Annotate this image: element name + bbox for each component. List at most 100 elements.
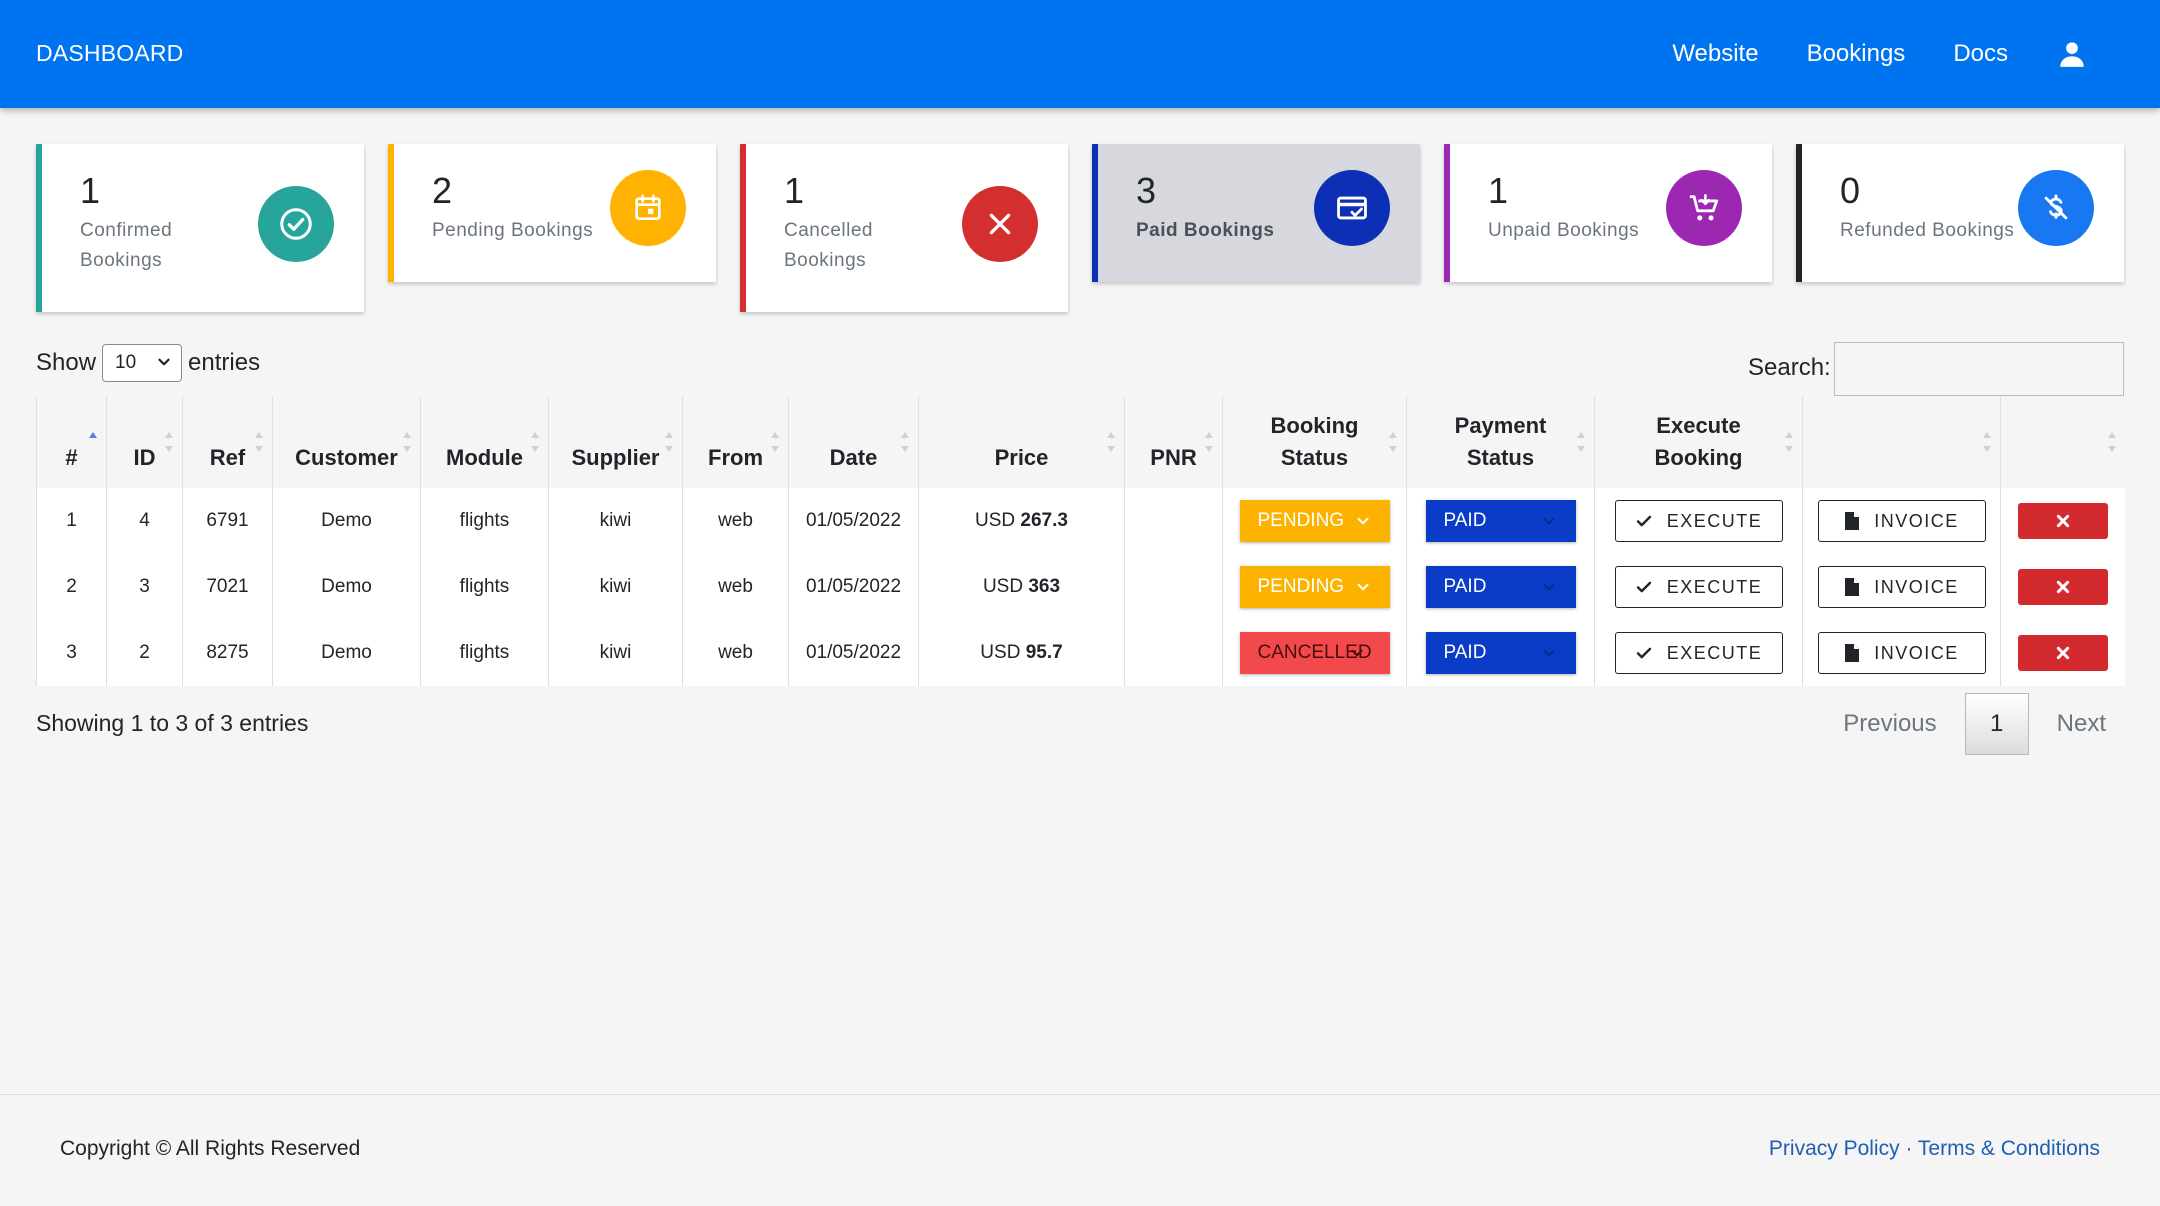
cell-supplier: kiwi: [548, 554, 683, 620]
delete-button[interactable]: [2017, 569, 2108, 605]
cell-price: USD 95.7: [918, 620, 1125, 686]
close-icon: [962, 186, 1038, 262]
execute-button[interactable]: EXECUTE: [1614, 566, 1783, 608]
table-info: Showing 1 to 3 of 3 entries: [36, 710, 309, 736]
cell-customer: Demo: [272, 554, 421, 620]
sort-icon: [665, 432, 673, 452]
column-header-from[interactable]: From: [682, 396, 789, 488]
card-label: Cancelled Bookings: [784, 220, 873, 271]
invoice-label: INVOICE: [1874, 576, 1959, 597]
chevron-down-icon: [1357, 517, 1368, 525]
column-header-date[interactable]: Date: [788, 396, 919, 488]
cell-booking-status: CANCELLED: [1222, 620, 1407, 686]
entries-select[interactable]: 10: [102, 344, 183, 382]
sort-icon: [403, 432, 411, 452]
execute-button[interactable]: EXECUTE: [1614, 500, 1783, 542]
column-header-execute-booking[interactable]: Execute Booking: [1594, 396, 1803, 488]
price-currency: USD: [980, 642, 1021, 663]
close-icon: [2056, 514, 2069, 528]
cell-delete: [2000, 554, 2125, 620]
sort-icon: [531, 432, 539, 452]
card-paid-bookings[interactable]: 3 Paid Bookings: [1092, 144, 1420, 282]
next-page-button[interactable]: Next: [2039, 710, 2124, 738]
table-row: 2 3 7021 Demo flights kiwi web 01/05/202…: [36, 554, 2125, 620]
payment-status-select[interactable]: PAID: [1425, 500, 1576, 542]
cell-from: web: [682, 620, 789, 686]
search-input[interactable]: [1834, 342, 2124, 396]
card-count: 1: [1488, 170, 1509, 211]
chevron-down-icon: [158, 358, 170, 366]
booking-status-select[interactable]: CANCELLED: [1239, 632, 1390, 674]
close-icon: [2056, 646, 2069, 660]
nav-link-bookings[interactable]: Bookings: [1807, 40, 1906, 68]
invoice-button[interactable]: INVOICE: [1817, 632, 1986, 674]
nav-link-website[interactable]: Website: [1672, 40, 1758, 68]
column-header-number[interactable]: #: [36, 396, 107, 488]
card-label: Confirmed Bookings: [80, 220, 173, 271]
delete-button[interactable]: [2017, 503, 2108, 539]
search-label: Search:: [1748, 354, 1831, 381]
sort-icon: [771, 432, 779, 452]
column-header-supplier[interactable]: Supplier: [548, 396, 683, 488]
bookings-table-wrapper: # ID Ref Customer Module Supplier From D…: [36, 396, 2125, 686]
check-icon: [1636, 515, 1651, 527]
booking-status-select[interactable]: PENDING: [1239, 500, 1390, 542]
column-header-module[interactable]: Module: [420, 396, 549, 488]
invoice-button[interactable]: INVOICE: [1817, 500, 1986, 542]
cell-delete: [2000, 620, 2125, 686]
column-header-pnr[interactable]: PNR: [1124, 396, 1223, 488]
column-header-id[interactable]: ID: [106, 396, 183, 488]
nav-link-docs[interactable]: Docs: [1953, 40, 2008, 68]
card-cancelled-bookings[interactable]: 1 Cancelled Bookings: [740, 144, 1068, 312]
cell-id: 3: [106, 554, 183, 620]
card-confirmed-bookings[interactable]: 1 Confirmed Bookings: [36, 144, 364, 312]
column-header-delete[interactable]: [2000, 396, 2125, 488]
user-icon[interactable]: [2056, 38, 2088, 70]
card-count: 3: [1136, 170, 1157, 211]
column-header-invoice[interactable]: [1802, 396, 2001, 488]
column-header-price[interactable]: Price: [918, 396, 1125, 488]
column-header-ref[interactable]: Ref: [182, 396, 273, 488]
terms-link[interactable]: Terms & Conditions: [1918, 1137, 2100, 1160]
column-header-customer[interactable]: Customer: [272, 396, 421, 488]
sort-icon: [255, 432, 263, 452]
card-pending-bookings[interactable]: 2 Pending Bookings: [388, 144, 716, 282]
card-unpaid-bookings[interactable]: 1 Unpaid Bookings: [1444, 144, 1772, 282]
cell-number: 3: [36, 620, 107, 686]
calendar-icon: [610, 170, 686, 246]
card-count: 1: [784, 170, 805, 211]
previous-page-button[interactable]: Previous: [1825, 710, 1954, 738]
document-icon: [1845, 644, 1860, 662]
invoice-button[interactable]: INVOICE: [1817, 566, 1986, 608]
column-header-booking-status[interactable]: Booking Status: [1222, 396, 1407, 488]
invoice-label: INVOICE: [1874, 642, 1959, 663]
price-value: 363: [1028, 576, 1061, 597]
cell-booking-status: PENDING: [1222, 554, 1407, 620]
cell-supplier: kiwi: [548, 488, 683, 554]
booking-status-select[interactable]: PENDING: [1239, 566, 1390, 608]
brand-title[interactable]: DASHBOARD: [36, 40, 184, 67]
table-row: 1 4 6791 Demo flights kiwi web 01/05/202…: [36, 488, 2125, 554]
sort-icon: [2107, 432, 2116, 452]
entries-select-value: 10: [115, 352, 137, 373]
check-icon: [1636, 647, 1651, 659]
payment-status-select[interactable]: PAID: [1425, 632, 1576, 674]
execute-label: EXECUTE: [1666, 642, 1763, 663]
entries-label: entries: [188, 349, 261, 376]
card-refunded-bookings[interactable]: 0 Refunded Bookings: [1796, 144, 2124, 282]
footer: Copyright © All Rights Reserved Privacy …: [0, 1094, 2160, 1206]
column-header-payment-status[interactable]: Payment Status: [1406, 396, 1595, 488]
cell-number: 1: [36, 488, 107, 554]
chevron-down-icon: [1351, 649, 1362, 657]
sort-icon: [1389, 432, 1397, 452]
page-button-current[interactable]: 1: [1964, 693, 2029, 755]
sort-icon: [1107, 432, 1115, 452]
execute-button[interactable]: EXECUTE: [1614, 632, 1783, 674]
cell-invoice: INVOICE: [1802, 554, 2001, 620]
delete-button[interactable]: [2017, 635, 2108, 671]
sort-icon: [1577, 432, 1585, 452]
cell-price: USD 363: [918, 554, 1125, 620]
top-navbar: DASHBOARD Website Bookings Docs: [0, 0, 2160, 108]
payment-status-select[interactable]: PAID: [1425, 566, 1576, 608]
privacy-policy-link[interactable]: Privacy Policy: [1769, 1137, 1900, 1160]
